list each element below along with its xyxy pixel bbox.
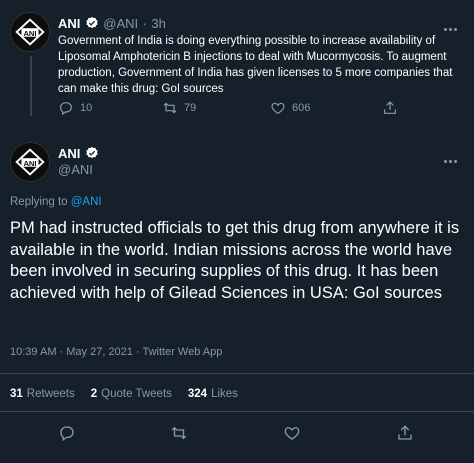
- share-button[interactable]: [382, 100, 398, 116]
- quote-label: Quote Tweets: [101, 388, 172, 400]
- ani-logo-icon: ANI: [11, 143, 49, 181]
- divider: [0, 373, 474, 374]
- display-name[interactable]: ANI: [58, 16, 80, 31]
- likes-count: 324: [187, 388, 208, 400]
- display-name[interactable]: ANI: [58, 146, 80, 161]
- reply-count: 10: [80, 102, 93, 114]
- replying-to: Replying to @ANI: [10, 196, 102, 208]
- time-ago[interactable]: 3h: [151, 16, 165, 31]
- previous-tweet-text: Government of India is doing everything …: [58, 35, 453, 95]
- avatar[interactable]: ANI: [10, 142, 50, 182]
- reply-icon[interactable]: [58, 424, 76, 442]
- tweet-timestamp[interactable]: 10:39 AM · May 27, 2021 · Twitter Web Ap…: [10, 346, 222, 358]
- retweet-count: 79: [184, 102, 197, 114]
- tweet-actions: [0, 424, 474, 444]
- reply-icon: [60, 102, 72, 116]
- tweet-thread: ANI ANI @ANI · 3h Government of India is…: [0, 0, 474, 463]
- retweets-label: Retweets: [26, 388, 75, 400]
- more-icon[interactable]: [444, 18, 462, 31]
- quote-count: 2: [90, 388, 98, 400]
- ani-logo-icon: ANI: [11, 13, 49, 51]
- retweets-count: 31: [10, 388, 23, 400]
- separator-dot: ·: [142, 16, 147, 31]
- svg-text:ANI: ANI: [23, 29, 36, 38]
- share-icon: [384, 101, 396, 114]
- retweet-icon: [163, 102, 177, 114]
- previous-tweet-header: ANI @ANI · 3h: [58, 15, 166, 33]
- tweet-stats: 31 Retweets 2 Quote Tweets 324 Likes: [10, 388, 238, 400]
- more-icon[interactable]: [444, 150, 462, 163]
- retweets-stat[interactable]: 31 Retweets: [10, 388, 75, 400]
- previous-tweet[interactable]: ANI ANI @ANI · 3h Government of India is…: [0, 0, 474, 131]
- thread-line: [30, 56, 32, 116]
- likes-stat[interactable]: 324 Likes: [188, 388, 238, 400]
- reply-button[interactable]: 10: [58, 100, 92, 116]
- quote-tweets-stat[interactable]: 2 Quote Tweets: [91, 388, 172, 400]
- replying-to-link[interactable]: @ANI: [71, 196, 102, 208]
- avatar[interactable]: ANI: [10, 12, 50, 52]
- like-button[interactable]: 606: [270, 100, 310, 116]
- verified-icon: [86, 16, 98, 29]
- likes-label: Likes: [211, 388, 238, 400]
- handle[interactable]: @ANI: [58, 162, 93, 177]
- tweet-text: PM had instructed officials to get this …: [10, 219, 460, 302]
- like-count: 606: [292, 102, 311, 114]
- like-icon[interactable]: [283, 424, 301, 442]
- like-icon: [271, 102, 285, 115]
- divider: [0, 411, 474, 412]
- handle[interactable]: @ANI: [103, 16, 138, 31]
- tweet-author: ANI: [58, 145, 99, 163]
- retweet-button[interactable]: 79: [162, 100, 196, 116]
- retweet-icon[interactable]: [170, 424, 188, 442]
- replying-prefix: Replying to: [10, 196, 68, 208]
- share-icon[interactable]: [396, 424, 414, 442]
- svg-text:ANI: ANI: [23, 159, 36, 168]
- verified-icon: [86, 146, 98, 159]
